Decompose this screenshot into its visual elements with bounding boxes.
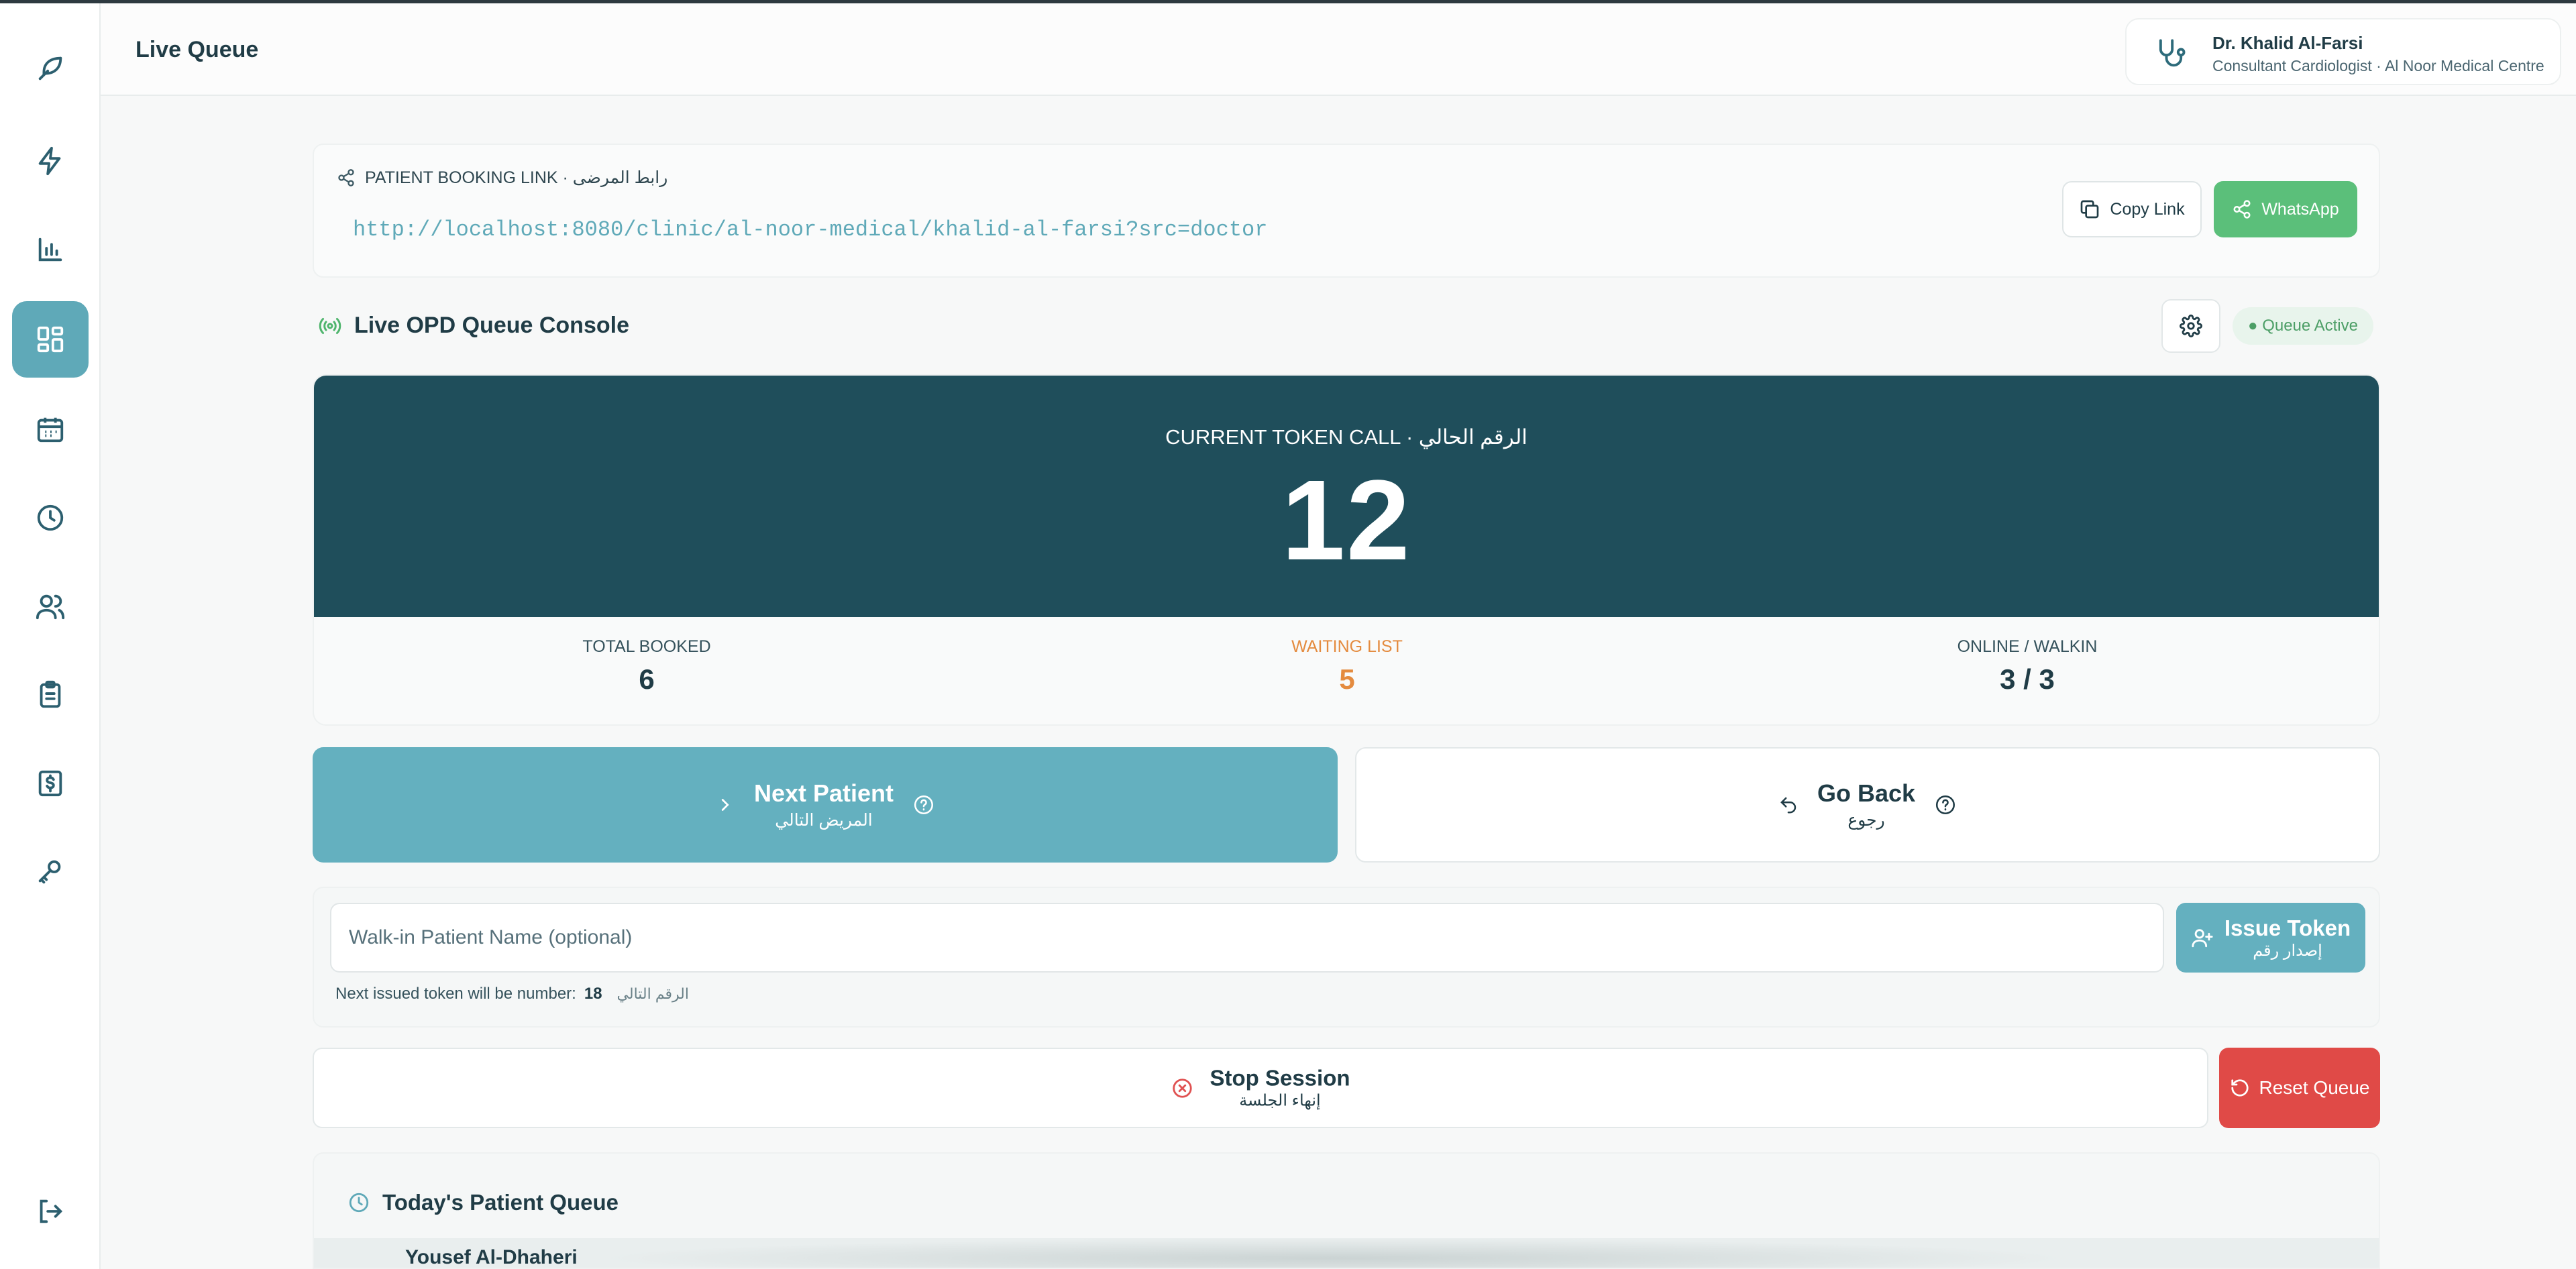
- lightning-icon[interactable]: [12, 123, 89, 199]
- clipboard-icon[interactable]: [12, 657, 89, 733]
- whatsapp-label: WhatsApp: [2261, 199, 2339, 219]
- stat-value: 5: [1339, 663, 1355, 695]
- help-circle-icon[interactable]: [1934, 793, 1957, 816]
- issue-token-label: Issue Token: [2224, 915, 2351, 940]
- booking-url[interactable]: http://localhost:8080/clinic/al-noor-med…: [353, 217, 1267, 242]
- logout-icon[interactable]: [12, 1173, 89, 1250]
- stat-total-booked: TOTAL BOOKED 6: [479, 637, 814, 696]
- copy-link-label: Copy Link: [2110, 199, 2185, 219]
- reset-queue-label: Reset Queue: [2259, 1077, 2370, 1098]
- billing-icon[interactable]: [12, 745, 89, 822]
- todays-queue-panel: Today's Patient Queue Yousef Al-Dhaheri: [313, 1152, 2380, 1269]
- key-icon[interactable]: [12, 834, 89, 910]
- go-back-sub: رجوع: [1847, 811, 1885, 830]
- help-circle-icon[interactable]: [912, 793, 935, 816]
- booking-link-label: PATIENT BOOKING LINK · رابط المرضى: [337, 168, 667, 188]
- stat-label: ONLINE / WALKIN: [1957, 637, 2098, 656]
- stop-session-label: Stop Session: [1210, 1065, 1350, 1091]
- next-patient-label: Next Patient: [753, 779, 894, 807]
- doctor-name: Dr. Khalid Al-Farsi: [2212, 33, 2363, 53]
- stat-online-walkin: ONLINE / WALKIN 3 / 3: [1860, 637, 2195, 696]
- console-title-text: Live OPD Queue Console: [354, 313, 629, 338]
- next-token-note-text: Next issued token will be number:: [335, 985, 576, 1003]
- reset-queue-button[interactable]: Reset Queue: [2219, 1048, 2380, 1128]
- gear-icon: [2180, 315, 2202, 337]
- bar-chart-icon[interactable]: [12, 211, 89, 288]
- stethoscope-icon: [2153, 36, 2188, 71]
- token-label: CURRENT TOKEN CALL · الرقم الحالي: [1165, 425, 1527, 449]
- queue-status-badge: ● Queue Active: [2233, 307, 2373, 345]
- stat-label: WAITING LIST: [1291, 637, 1403, 656]
- next-token-number: 18: [584, 985, 602, 1003]
- top-header: Live Queue Dr. Khalid Al-Farsi Consultan…: [101, 3, 2576, 96]
- share-icon: [338, 169, 354, 186]
- next-token-note: Next issued token will be number: 18 الر…: [335, 985, 689, 1003]
- share-icon: [2233, 200, 2251, 219]
- todays-queue-title-text: Today's Patient Queue: [382, 1190, 619, 1215]
- booking-link-label-text: PATIENT BOOKING LINK · رابط المرضى: [365, 168, 668, 187]
- stat-waiting-list: WAITING LIST 5: [1179, 637, 1515, 696]
- current-token-card: CURRENT TOKEN CALL · الرقم الحالي 12 TOT…: [313, 374, 2380, 726]
- current-token-number: 12: [1281, 457, 1411, 584]
- go-back-label: Go Back: [1817, 779, 1916, 807]
- users-icon[interactable]: [12, 568, 89, 645]
- issue-token-sub: إصدار رقم: [2253, 941, 2322, 960]
- add-user-icon: [2192, 929, 2213, 948]
- copy-icon: [2081, 200, 2099, 219]
- queue-settings-button[interactable]: [2161, 299, 2220, 353]
- stat-value: 3 / 3: [2000, 663, 2055, 695]
- issue-token-button[interactable]: Issue Token إصدار رقم: [2176, 903, 2365, 973]
- sidebar: [0, 3, 101, 1269]
- console-title: Live OPD Queue Console: [318, 313, 629, 339]
- row-loading-shadow: [596, 1238, 2072, 1268]
- undo-icon: [1780, 797, 1796, 814]
- stop-session-button[interactable]: Stop Session إنهاء الجلسة: [313, 1048, 2208, 1128]
- next-token-note-ar: الرقم التالي: [616, 985, 689, 1002]
- chevron-right-icon: [721, 799, 729, 811]
- dashboard-grid-icon[interactable]: [12, 301, 89, 378]
- broadcast-icon: [319, 317, 341, 334]
- x-circle-icon: [1173, 1078, 1192, 1098]
- calendar-icon[interactable]: [12, 391, 89, 467]
- table-row[interactable]: Yousef Al-Dhaheri: [314, 1238, 2379, 1268]
- go-back-button[interactable]: Go Back رجوع: [1355, 747, 2380, 863]
- copy-link-button[interactable]: Copy Link: [2062, 181, 2202, 237]
- walkin-patient-name-input[interactable]: [330, 903, 2164, 973]
- clock-icon[interactable]: [12, 480, 89, 556]
- patient-name: Yousef Al-Dhaheri: [405, 1246, 578, 1268]
- refresh-icon: [2231, 1079, 2249, 1097]
- stop-session-sub: إنهاء الجلسة: [1239, 1091, 1321, 1110]
- whatsapp-share-button[interactable]: WhatsApp: [2214, 181, 2357, 237]
- token-display: CURRENT TOKEN CALL · الرقم الحالي 12: [314, 376, 2379, 617]
- page-title: Live Queue: [136, 37, 259, 62]
- doctor-profile-card[interactable]: Dr. Khalid Al-Farsi Consultant Cardiolog…: [2125, 18, 2561, 85]
- todays-queue-title: Today's Patient Queue: [347, 1190, 619, 1215]
- clock-icon: [349, 1193, 369, 1213]
- walkin-token-panel: Issue Token إصدار رقم Next issued token …: [313, 887, 2380, 1028]
- logo-leaf-icon[interactable]: [12, 30, 89, 107]
- next-patient-button[interactable]: Next Patient المريض التالي: [313, 747, 1338, 863]
- next-patient-sub: المريض التالي: [775, 811, 873, 830]
- stat-value: 6: [639, 663, 655, 695]
- doctor-role: Consultant Cardiologist · Al Noor Medica…: [2212, 57, 2544, 74]
- stat-label: TOTAL BOOKED: [582, 637, 711, 656]
